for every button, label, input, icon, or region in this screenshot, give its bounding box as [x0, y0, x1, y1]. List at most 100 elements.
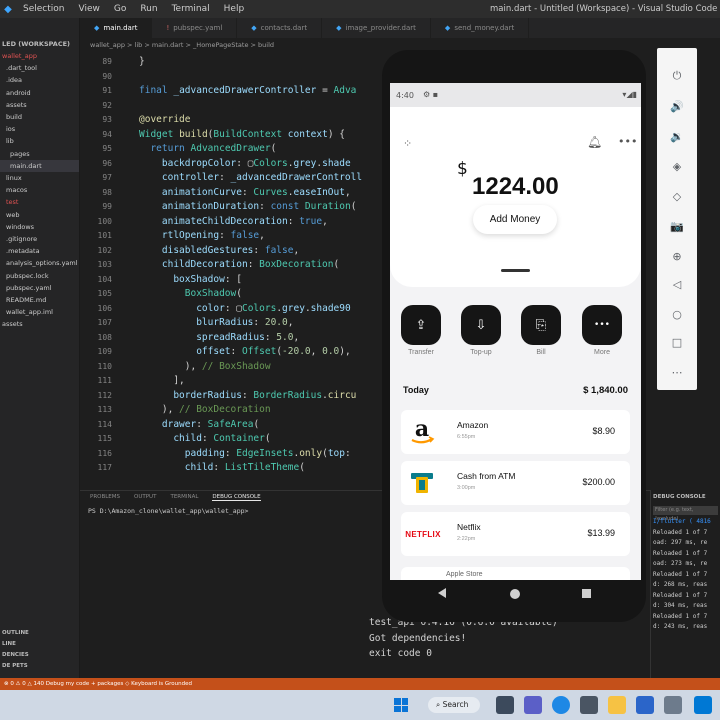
debug-filter-input[interactable]: Filter (e.g. text, !exclude): [653, 506, 718, 522]
explorer-item[interactable]: wallet_app.iml: [0, 306, 79, 318]
panel-tab-debug-console[interactable]: DEBUG CONSOLE: [212, 494, 261, 501]
tab-main-dart[interactable]: ◆ main.dart: [80, 18, 153, 38]
nav-recents-icon[interactable]: [582, 589, 591, 598]
add-money-button[interactable]: Add Money: [473, 205, 557, 234]
home-icon[interactable]: ○: [667, 304, 687, 324]
code-line[interactable]: 105 BoxShadow(: [80, 288, 380, 303]
transfer-button[interactable]: ⇪: [401, 305, 441, 345]
transaction-item[interactable]: NETFLIX Netflix 2:22pm $13.99: [401, 512, 630, 556]
code-line[interactable]: 98 animationCurve: Curves.easeInOut,: [80, 187, 380, 202]
code-line[interactable]: 107 blurRadius: 20.0,: [80, 317, 380, 332]
panel-tab-problems[interactable]: PROBLEMS: [90, 494, 120, 501]
panel-tab-terminal[interactable]: TERMINAL: [170, 494, 198, 501]
drag-handle[interactable]: [501, 269, 530, 272]
more-icon[interactable]: ⋯: [667, 362, 687, 382]
code-line[interactable]: 103 childDecoration: BoxDecoration(: [80, 259, 380, 274]
code-line[interactable]: 116 padding: EdgeInsets.only(top:: [80, 448, 380, 463]
code-line[interactable]: 104 boxShadow: [: [80, 274, 380, 289]
windows-start-icon[interactable]: [394, 698, 408, 712]
panel-tab-output[interactable]: OUTPUT: [134, 494, 156, 501]
explorer-item[interactable]: .idea: [0, 74, 79, 86]
menu-go[interactable]: Go: [107, 4, 133, 14]
menu-help[interactable]: Help: [217, 4, 252, 14]
explorer-item[interactable]: linux: [0, 172, 79, 184]
task-view-icon[interactable]: [496, 696, 514, 714]
explorer-section[interactable]: DE PETS: [0, 661, 79, 672]
explorer-item[interactable]: lib: [0, 135, 79, 147]
drawer-menu-icon[interactable]: ⁘: [403, 137, 412, 150]
code-line[interactable]: 100 animateChildDecoration: true,: [80, 216, 380, 231]
explorer-item[interactable]: wallet_app: [0, 50, 79, 62]
code-line[interactable]: 96 backdropColor: ▢Colors.grey.shade: [80, 158, 380, 173]
explorer-item[interactable]: android: [0, 87, 79, 99]
explorer-item[interactable]: pubspec.yaml: [0, 282, 79, 294]
code-line[interactable]: 106 color: ▢Colors.grey.shade90: [80, 303, 380, 318]
menu-view[interactable]: View: [71, 4, 106, 14]
app-icon[interactable]: [664, 696, 682, 714]
explorer-item[interactable]: windows: [0, 221, 79, 233]
code-editor[interactable]: 89} 90 91 final _advancedDrawerController =…: [80, 52, 380, 474]
transaction-item[interactable]: a Amazon 6:55pm $8.90: [401, 410, 630, 454]
explorer-item[interactable]: .gitignore: [0, 233, 79, 245]
explorer-item[interactable]: analysis_options.yaml: [0, 257, 79, 269]
code-line[interactable]: 95 return AdvancedDrawer(: [80, 143, 380, 158]
tab-pubspec-yaml[interactable]: ! pubspec.yaml: [152, 18, 238, 38]
explorer-section[interactable]: DENCIES: [0, 650, 79, 661]
file-explorer-icon[interactable]: [608, 696, 626, 714]
explorer-item[interactable]: main.dart: [0, 159, 79, 173]
rotate-left-icon[interactable]: ◈: [667, 156, 687, 176]
more-button[interactable]: •••: [582, 305, 622, 345]
app-icon[interactable]: [580, 696, 598, 714]
code-line[interactable]: 114 drawer: SafeArea(: [80, 419, 380, 434]
explorer-item[interactable]: pages: [0, 148, 79, 160]
taskbar-search[interactable]: ⌕ Search: [428, 697, 480, 713]
overview-icon[interactable]: □: [667, 332, 687, 352]
menu-terminal[interactable]: Terminal: [165, 4, 217, 14]
code-line[interactable]: 97 controller: _advancedDrawerControll: [80, 172, 380, 187]
code-line[interactable]: 102 disabledGestures: false,: [80, 245, 380, 260]
code-line[interactable]: 89}: [80, 56, 380, 71]
explorer-item[interactable]: build: [0, 111, 79, 123]
explorer-item[interactable]: assets: [0, 99, 79, 111]
explorer-section[interactable]: OUTLINE: [0, 628, 79, 639]
explorer-section[interactable]: LINE: [0, 639, 79, 650]
more-options-icon[interactable]: •••: [618, 135, 637, 148]
code-line[interactable]: 109 offset: Offset(-20.0, 0.0),: [80, 346, 380, 361]
code-line[interactable]: 93 @override: [80, 114, 380, 129]
explorer-item[interactable]: macos: [0, 184, 79, 196]
explorer-item[interactable]: README.md: [0, 294, 79, 306]
transaction-item[interactable]: Cash from ATM 3:00pm $200.00: [401, 461, 630, 505]
code-line[interactable]: 94 Widget build(BuildContext context) {: [80, 129, 380, 144]
code-line[interactable]: 115 child: Container(: [80, 433, 380, 448]
volume-down-icon[interactable]: 🔉: [667, 126, 687, 146]
explorer-item[interactable]: pubspec.lock: [0, 270, 79, 282]
store-icon[interactable]: [636, 696, 654, 714]
code-line[interactable]: 113 ), // BoxDecoration: [80, 404, 380, 419]
camera-icon[interactable]: 📷: [667, 216, 687, 236]
code-line[interactable]: 111 ],: [80, 375, 380, 390]
menu-selection[interactable]: Selection: [16, 4, 71, 14]
tab-send-money-dart[interactable]: ◆ send_money.dart: [431, 18, 530, 38]
terminal-prompt[interactable]: PS D:\Amazon_clone\wallet_app\wallet_app…: [88, 507, 248, 515]
back-icon[interactable]: ◁: [667, 274, 687, 294]
bill-button[interactable]: ⎘: [521, 305, 561, 345]
top-up-button[interactable]: ⇩: [461, 305, 501, 345]
code-line[interactable]: 112 borderRadius: BorderRadius.circu: [80, 390, 380, 405]
explorer-item[interactable]: .dart_tool: [0, 62, 79, 74]
nav-back-icon[interactable]: [438, 588, 446, 598]
tab-image-provider-dart[interactable]: ◆ image_provider.dart: [322, 18, 431, 38]
transaction-item[interactable]: [401, 567, 630, 580]
code-line[interactable]: 117 child: ListTileTheme(: [80, 462, 380, 474]
explorer-item[interactable]: assets: [0, 318, 79, 330]
code-line[interactable]: 101 rtlOpening: false,: [80, 230, 380, 245]
code-line[interactable]: 110 ), // BoxShadow: [80, 361, 380, 376]
explorer-item[interactable]: web: [0, 209, 79, 221]
status-bar[interactable]: ⊗ 0 ⚠ 0 △ 140 Debug my code + packages ◇…: [0, 678, 720, 690]
zoom-icon[interactable]: ⊕: [667, 246, 687, 266]
power-icon[interactable]: ⏻: [667, 66, 687, 86]
vscode-taskbar-icon[interactable]: [694, 696, 712, 714]
nav-home-icon[interactable]: [510, 589, 520, 599]
volume-up-icon[interactable]: 🔊: [667, 96, 687, 116]
explorer-item[interactable]: test: [0, 196, 79, 208]
bell-icon[interactable]: 🔔︎: [587, 135, 602, 149]
